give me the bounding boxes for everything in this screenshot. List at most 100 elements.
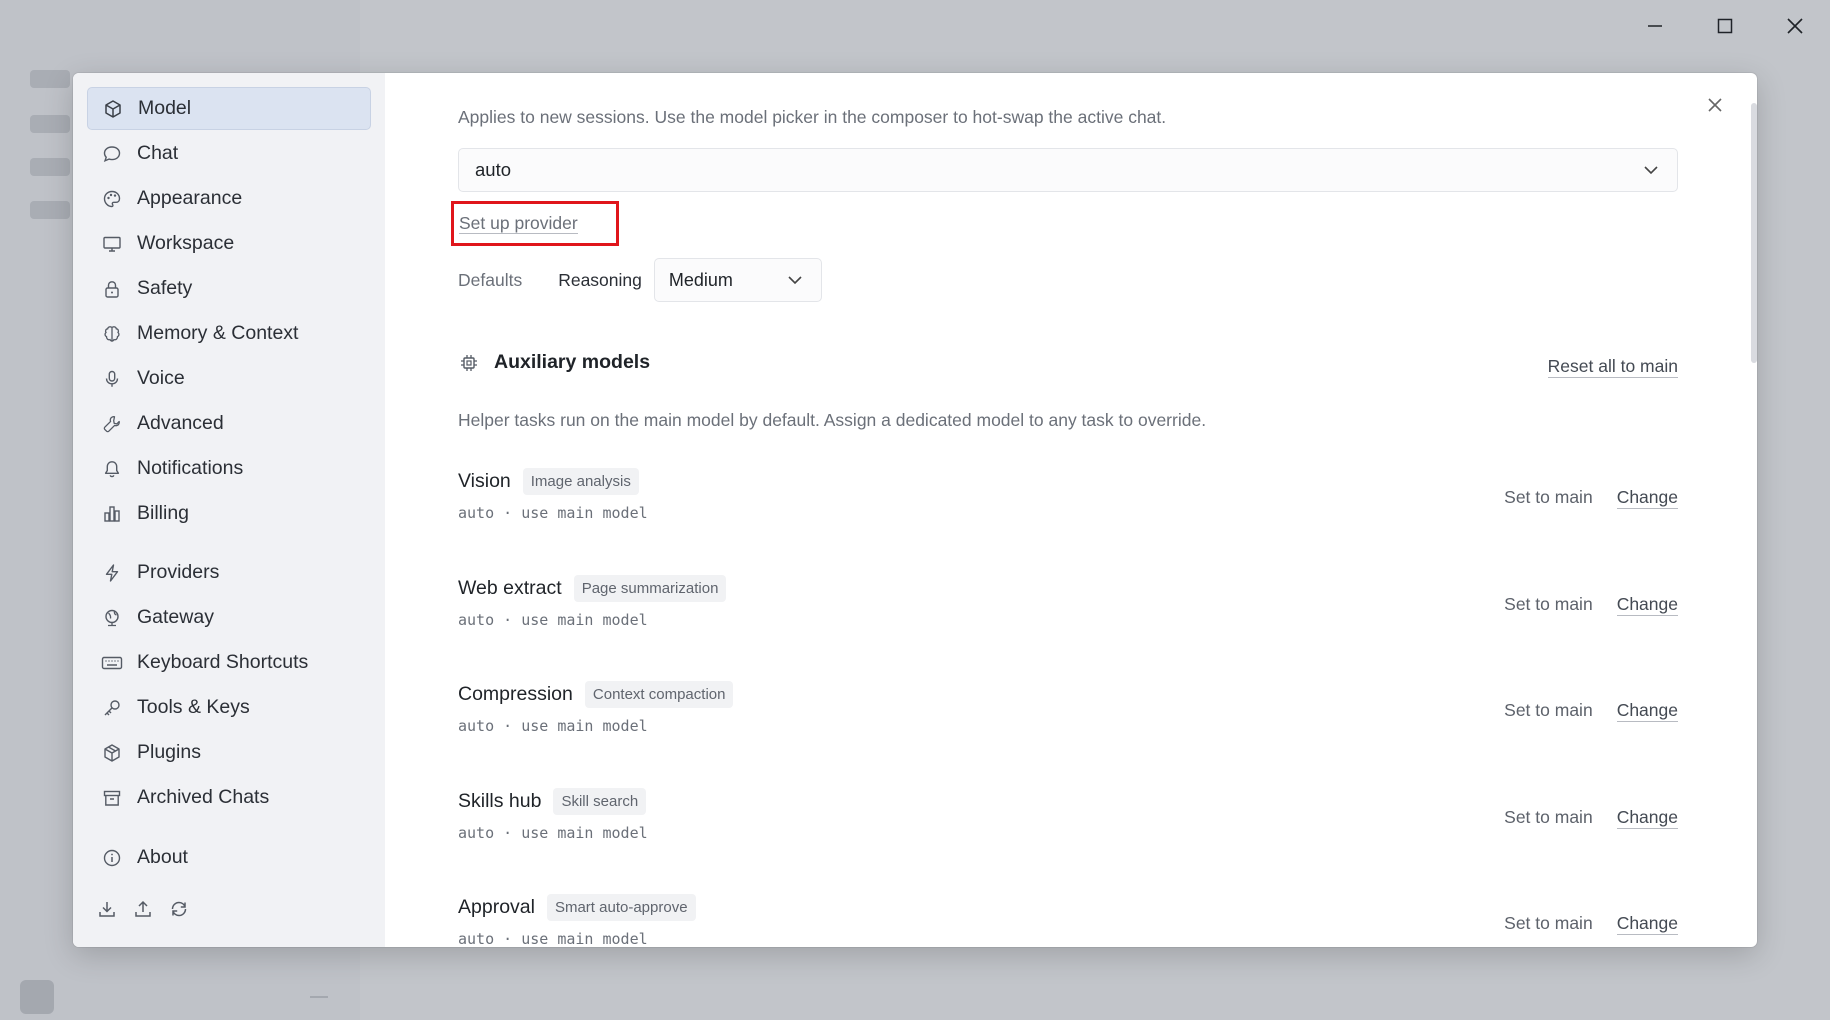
auxiliary-models-header: Auxiliary models xyxy=(458,351,650,374)
reasoning-select[interactable]: Medium xyxy=(653,258,822,302)
refresh-icon[interactable] xyxy=(169,899,189,919)
sidebar-item-label: Chat xyxy=(137,142,179,164)
task-title: Web extract xyxy=(458,577,562,599)
window-close-button[interactable] xyxy=(1760,0,1830,52)
minimize-icon xyxy=(1648,25,1662,27)
set-to-main-button[interactable]: Set to main xyxy=(1504,700,1593,721)
defaults-label: Defaults xyxy=(458,269,523,290)
background-divider xyxy=(310,996,328,998)
sidebar-item-label: Memory & Context xyxy=(137,322,299,344)
auxiliary-models-description: Helper tasks run on the main model by de… xyxy=(458,410,1207,430)
sidebar-item-label: Appearance xyxy=(137,187,243,209)
chevron-down-icon xyxy=(1641,160,1661,185)
sidebar-item-billing[interactable]: Billing xyxy=(87,492,371,535)
task-row-compression: Compression Context compaction auto · us… xyxy=(458,681,1678,761)
sidebar-item-safety[interactable]: Safety xyxy=(87,267,371,310)
change-button[interactable]: Change xyxy=(1616,912,1678,935)
info-icon xyxy=(101,847,123,869)
sidebar-item-plugins[interactable]: Plugins xyxy=(87,731,371,774)
sidebar-item-voice[interactable]: Voice xyxy=(87,357,371,400)
window-controls xyxy=(1620,0,1830,52)
task-title: Approval xyxy=(458,896,535,918)
task-row-web-extract: Web extract Page summarization auto · us… xyxy=(458,575,1678,655)
palette-icon xyxy=(101,188,123,210)
task-row-approval: Approval Smart auto-approve auto · use m… xyxy=(458,894,1678,947)
monitor-icon xyxy=(101,233,123,255)
settings-content: Applies to new sessions. Use the model p… xyxy=(385,73,1757,947)
scrollbar[interactable] xyxy=(1751,103,1757,363)
sidebar-item-memory-context[interactable]: Memory & Context xyxy=(87,312,371,355)
change-button[interactable]: Change xyxy=(1616,699,1678,722)
set-to-main-button[interactable]: Set to main xyxy=(1504,807,1593,828)
model-select[interactable]: auto xyxy=(458,148,1678,192)
maximize-icon xyxy=(1717,18,1733,34)
sidebar-item-keyboard-shortcuts[interactable]: Keyboard Shortcuts xyxy=(87,641,371,684)
reset-all-to-main-button[interactable]: Reset all to main xyxy=(1547,355,1678,378)
sidebar-item-gateway[interactable]: Gateway xyxy=(87,596,371,639)
sidebar-item-model[interactable]: Model xyxy=(87,87,371,130)
archive-icon xyxy=(101,787,123,809)
close-icon xyxy=(1787,18,1803,34)
key-icon xyxy=(101,697,123,719)
sidebar-item-label: Plugins xyxy=(137,741,201,763)
upload-icon[interactable] xyxy=(133,899,153,919)
download-icon[interactable] xyxy=(97,899,117,919)
sidebar-item-archived-chats[interactable]: Archived Chats xyxy=(87,776,371,819)
lock-icon xyxy=(101,278,123,300)
background-row xyxy=(30,70,70,88)
sidebar-item-appearance[interactable]: Appearance xyxy=(87,177,371,220)
chevron-down-icon xyxy=(785,270,805,295)
change-button[interactable]: Change xyxy=(1616,593,1678,616)
model-description: Applies to new sessions. Use the model p… xyxy=(458,107,1167,127)
task-row-vision: Vision Image analysis auto · use main mo… xyxy=(458,468,1678,548)
reasoning-label: Reasoning xyxy=(558,269,642,290)
sidebar-item-label: Providers xyxy=(137,561,220,583)
chip-icon xyxy=(458,352,480,374)
maximize-button[interactable] xyxy=(1690,0,1760,52)
auxiliary-models-title: Auxiliary models xyxy=(494,351,651,373)
task-model-status: auto · use main model xyxy=(458,930,648,947)
task-tag: Skill search xyxy=(553,788,647,815)
chat-bubble-icon xyxy=(101,143,123,165)
task-tag: Page summarization xyxy=(573,575,727,602)
task-title: Skills hub xyxy=(458,790,542,812)
task-title: Compression xyxy=(458,683,573,705)
minimize-button[interactable] xyxy=(1620,0,1690,52)
change-button[interactable]: Change xyxy=(1616,806,1678,829)
sidebar-item-tools-keys[interactable]: Tools & Keys xyxy=(87,686,371,729)
brain-icon xyxy=(101,323,123,345)
sidebar-item-advanced[interactable]: Advanced xyxy=(87,402,371,445)
task-model-status: auto · use main model xyxy=(458,611,648,629)
change-button[interactable]: Change xyxy=(1616,486,1678,509)
microphone-icon xyxy=(101,368,123,390)
set-to-main-button[interactable]: Set to main xyxy=(1504,594,1593,615)
sidebar-item-label: Notifications xyxy=(137,457,244,479)
globe-icon xyxy=(101,607,123,629)
task-tag: Smart auto-approve xyxy=(546,894,696,921)
set-to-main-button[interactable]: Set to main xyxy=(1504,487,1593,508)
bell-icon xyxy=(101,458,123,480)
reasoning-select-value: Medium xyxy=(668,269,733,290)
setup-provider-label: Set up provider xyxy=(459,213,578,234)
set-to-main-button[interactable]: Set to main xyxy=(1504,913,1593,934)
setup-provider-link[interactable]: Set up provider xyxy=(451,201,619,246)
task-title: Vision xyxy=(458,470,511,492)
task-tag: Context compaction xyxy=(584,681,734,708)
close-icon xyxy=(1708,98,1722,112)
background-row xyxy=(30,201,70,219)
bar-chart-icon xyxy=(101,503,123,525)
sidebar-item-notifications[interactable]: Notifications xyxy=(87,447,371,490)
defaults-row: Defaults Reasoning Medium xyxy=(458,258,822,302)
dialog-close-button[interactable] xyxy=(1703,93,1727,117)
sidebar-item-chat[interactable]: Chat xyxy=(87,132,371,175)
sidebar-item-about[interactable]: About xyxy=(87,836,371,879)
sidebar-item-providers[interactable]: Providers xyxy=(87,551,371,594)
task-model-status: auto · use main model xyxy=(458,504,648,522)
sidebar-item-label: Keyboard Shortcuts xyxy=(137,651,309,673)
task-model-status: auto · use main model xyxy=(458,824,648,842)
sidebar-item-workspace[interactable]: Workspace xyxy=(87,222,371,265)
package-icon xyxy=(101,742,123,764)
sidebar-item-label: Advanced xyxy=(137,412,224,434)
sidebar-bottom-actions xyxy=(97,899,189,919)
sidebar-item-label: Archived Chats xyxy=(137,786,270,808)
